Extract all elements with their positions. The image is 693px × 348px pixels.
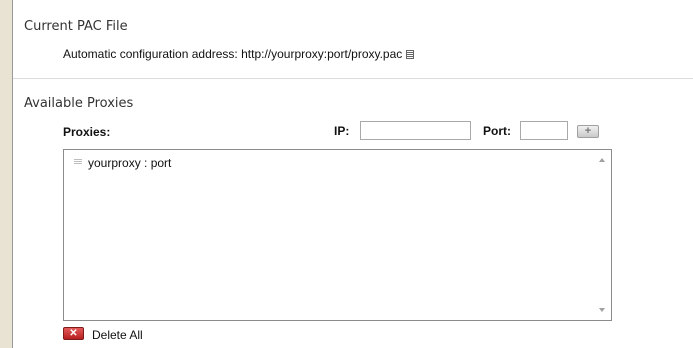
add-icon[interactable]: + — [577, 125, 599, 138]
list-item-label: yourproxy : port — [88, 156, 172, 170]
copy-icon[interactable] — [406, 50, 415, 59]
delete-icon[interactable]: ✕ — [63, 327, 84, 340]
proxy-settings-panel: Current PAC File Automatic configuration… — [12, 0, 693, 348]
port-label: Port: — [483, 124, 511, 138]
pac-address-label: Automatic configuration address: http://… — [63, 47, 403, 61]
ip-label: IP: — [334, 124, 350, 138]
list-item[interactable]: yourproxy : port — [74, 156, 171, 170]
scroll-up-icon[interactable] — [599, 158, 605, 162]
drag-handle-icon[interactable] — [74, 159, 82, 165]
current-pac-title: Current PAC File — [24, 19, 128, 34]
section-divider — [13, 78, 693, 79]
port-input[interactable] — [520, 121, 568, 140]
scroll-down-icon[interactable] — [599, 308, 605, 312]
scrollbar[interactable] — [594, 150, 611, 320]
ip-input[interactable] — [360, 121, 471, 140]
delete-all-button[interactable]: Delete All — [92, 328, 143, 342]
proxies-list[interactable]: yourproxy : port — [63, 149, 612, 321]
proxies-label: Proxies: — [63, 125, 111, 139]
pac-address-row: Automatic configuration address: http://… — [63, 47, 415, 61]
available-proxies-title: Available Proxies — [24, 96, 134, 111]
